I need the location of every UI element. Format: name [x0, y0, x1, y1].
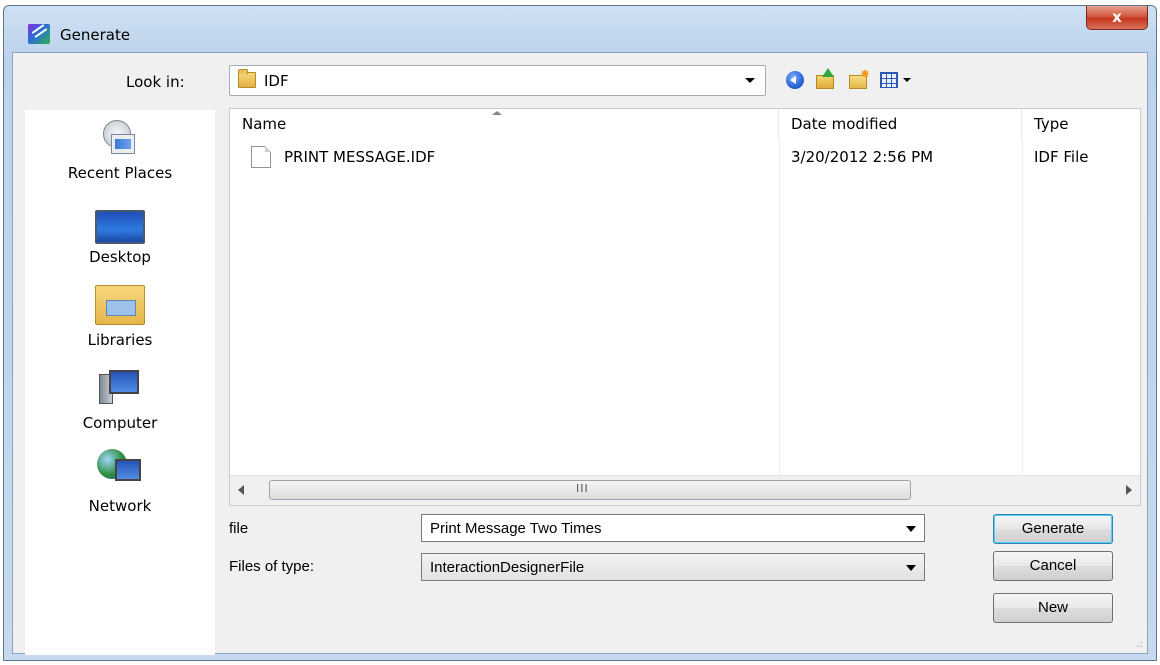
place-libraries[interactable]: Libraries: [25, 281, 215, 361]
look-in-label: Look in:: [126, 73, 185, 91]
generate-button[interactable]: Generate: [993, 514, 1113, 544]
column-header-type[interactable]: Type: [1022, 109, 1140, 139]
back-icon: [786, 71, 804, 89]
place-desktop[interactable]: Desktop: [25, 198, 215, 278]
column-divider: [779, 139, 780, 475]
column-divider: [1022, 139, 1023, 475]
scroll-left-icon[interactable]: [238, 485, 244, 495]
chevron-down-icon: [906, 565, 916, 571]
window-title: Generate: [60, 26, 131, 44]
files-of-type-value: InteractionDesignerFile: [430, 559, 585, 576]
place-network[interactable]: Network: [25, 447, 215, 527]
column-header-label: Date modified: [791, 115, 898, 133]
desktop-icon: [95, 210, 145, 244]
close-icon: x: [1112, 8, 1122, 26]
back-button[interactable]: [784, 69, 808, 91]
sort-ascending-icon: [492, 111, 502, 115]
horizontal-scrollbar[interactable]: III: [230, 475, 1140, 505]
file-type: IDF File: [1034, 148, 1089, 166]
app-icon: [28, 24, 50, 44]
files-of-type-label: Files of type:: [229, 558, 315, 575]
chevron-down-icon: [906, 526, 916, 532]
column-header-label: Name: [242, 115, 287, 133]
chevron-down-icon: [903, 78, 911, 82]
column-header-label: Type: [1034, 115, 1069, 133]
place-label: Libraries: [87, 331, 153, 349]
generate-dialog: Generate x Look in: IDF ✸ Recent Places …: [3, 5, 1157, 661]
look-in-dropdown[interactable]: IDF: [229, 65, 766, 96]
places-bar: Recent Places Desktop Libraries Computer: [25, 110, 215, 655]
scroll-right-icon[interactable]: [1126, 485, 1132, 495]
file-date-modified: 3/20/2012 2:56 PM: [791, 148, 934, 166]
look-in-value: IDF: [264, 72, 289, 90]
scroll-grip: III: [576, 482, 589, 495]
resize-grip-icon[interactable]: .:: [1136, 639, 1143, 650]
close-button[interactable]: x: [1086, 6, 1148, 30]
column-header-name[interactable]: Name: [230, 109, 779, 139]
title-bar[interactable]: Generate x: [4, 6, 1156, 52]
file-name-value: Print Message Two Times: [430, 520, 602, 537]
place-recent-places[interactable]: Recent Places: [25, 114, 215, 194]
file-list[interactable]: Name Date modified Type PRINT MESSAGE.ID…: [229, 108, 1141, 506]
file-name-combo[interactable]: Print Message Two Times: [421, 514, 925, 542]
up-folder-button[interactable]: [814, 68, 838, 91]
up-arrow-icon: [822, 68, 834, 77]
place-label: Computer: [82, 414, 158, 432]
libraries-icon: [95, 285, 145, 325]
dialog-body: Look in: IDF ✸ Recent Places Desktop Lib…: [12, 52, 1148, 655]
new-folder-button[interactable]: ✸: [847, 67, 871, 91]
file-icon: [251, 146, 271, 168]
cancel-button[interactable]: Cancel: [993, 551, 1113, 581]
chevron-down-icon: [745, 78, 755, 83]
file-name: PRINT MESSAGE.IDF: [284, 148, 436, 166]
place-computer[interactable]: Computer: [25, 364, 215, 444]
files-of-type-dropdown[interactable]: InteractionDesignerFile: [421, 553, 925, 581]
view-menu-icon: [880, 72, 898, 88]
folder-icon: [238, 69, 256, 88]
computer-icon: [97, 368, 143, 408]
sparkle-icon: ✸: [860, 67, 871, 81]
scroll-thumb[interactable]: III: [269, 480, 911, 500]
place-label: Recent Places: [67, 164, 173, 182]
network-icon: [97, 449, 143, 493]
column-header-date-modified[interactable]: Date modified: [779, 109, 1022, 139]
file-row[interactable]: PRINT MESSAGE.IDF 3/20/2012 2:56 PM IDF …: [230, 145, 1140, 171]
recent-places-icon: [99, 118, 139, 158]
view-menu-button[interactable]: [878, 69, 918, 91]
place-label: Network: [88, 497, 152, 515]
file-label: file: [229, 520, 249, 537]
up-folder-icon: [816, 75, 834, 89]
place-label: Desktop: [89, 248, 151, 266]
new-button[interactable]: New: [993, 593, 1113, 623]
